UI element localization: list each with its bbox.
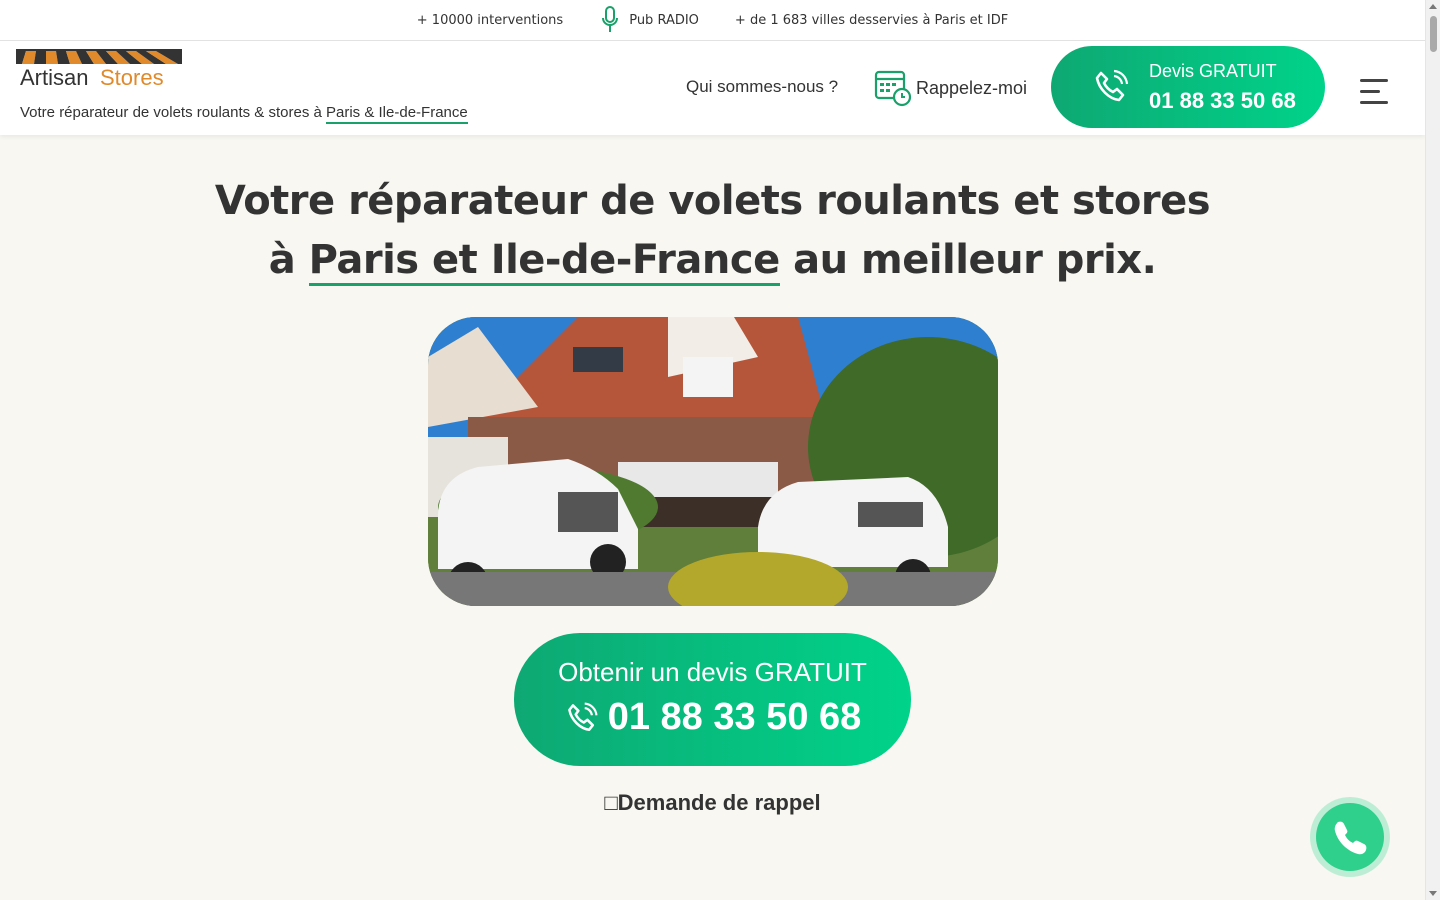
logo-word-stores: Stores (100, 65, 164, 90)
radio-ad-link[interactable]: Pub RADIO (599, 5, 699, 35)
calendar-clock-icon (874, 70, 912, 107)
tagline-text: Votre réparateur de volets roulants & st… (20, 104, 326, 121)
phone-icon (567, 702, 598, 731)
hero-title: Votre réparateur de volets roulants et s… (0, 172, 1425, 290)
interventions-text: + 10000 interventions (416, 12, 564, 28)
main-cta-label: Obtenir un devis GRATUIT (558, 657, 867, 687)
callback-label: Rappelez-moi (916, 77, 1028, 98)
top-info-bar: + 10000 interventions Pub RADIO + de 1 6… (0, 0, 1425, 41)
phone-icon (1095, 69, 1129, 102)
header-tagline: Votre réparateur de volets roulants & st… (20, 104, 468, 124)
scroll-down-arrow-icon[interactable] (1429, 891, 1437, 896)
tagline-region-link[interactable]: Paris & Ile-de-France (326, 104, 468, 124)
house-vans-photo (428, 317, 998, 606)
callback-request-link[interactable]: □Demande de rappel (0, 790, 1425, 816)
hero-title-line1: Votre réparateur de volets roulants et s… (214, 178, 1211, 224)
hero-title-prefix: à (268, 237, 309, 283)
hero-title-region: Paris et Ile-de-France (308, 237, 780, 286)
scroll-up-arrow-icon[interactable] (1429, 4, 1437, 9)
hamburger-menu-icon[interactable] (1360, 79, 1390, 105)
radio-text: Pub RADIO (629, 12, 699, 28)
logo-word-artisan: Artisan (20, 65, 89, 90)
site-logo[interactable]: Artisan Stores (14, 49, 186, 97)
phone-icon (1334, 821, 1367, 855)
main-cta-phone: 01 88 33 50 68 (607, 696, 862, 738)
cities-count: + de 1 683 villes desservies à Paris et … (735, 13, 1008, 28)
floating-call-button[interactable] (1310, 797, 1390, 877)
header-cta-label: Devis GRATUIT (1149, 60, 1277, 81)
scrollbar-thumb[interactable] (1430, 16, 1437, 52)
main-quote-button[interactable]: Obtenir un devis GRATUIT 01 88 33 50 68 (514, 633, 911, 766)
cities-text: + de 1 683 villes desservies à Paris et … (734, 12, 1009, 28)
header-cta-phone: 01 88 33 50 68 (1149, 87, 1296, 113)
microphone-icon (602, 6, 619, 32)
awning-logo-graphic (16, 49, 182, 64)
header-quote-button[interactable]: Devis GRATUIT 01 88 33 50 68 (1051, 46, 1325, 128)
site-header: Artisan Stores Votre réparateur de volet… (0, 41, 1425, 135)
page-scrollbar[interactable] (1425, 0, 1440, 900)
hero-title-suffix: au meilleur prix. (779, 237, 1157, 283)
interventions-count: + 10000 interventions (417, 13, 563, 28)
hero-image (428, 317, 998, 606)
nav-about-link[interactable]: Qui sommes-nous ? (686, 77, 838, 97)
callback-link[interactable]: Rappelez-moi (874, 69, 1027, 107)
